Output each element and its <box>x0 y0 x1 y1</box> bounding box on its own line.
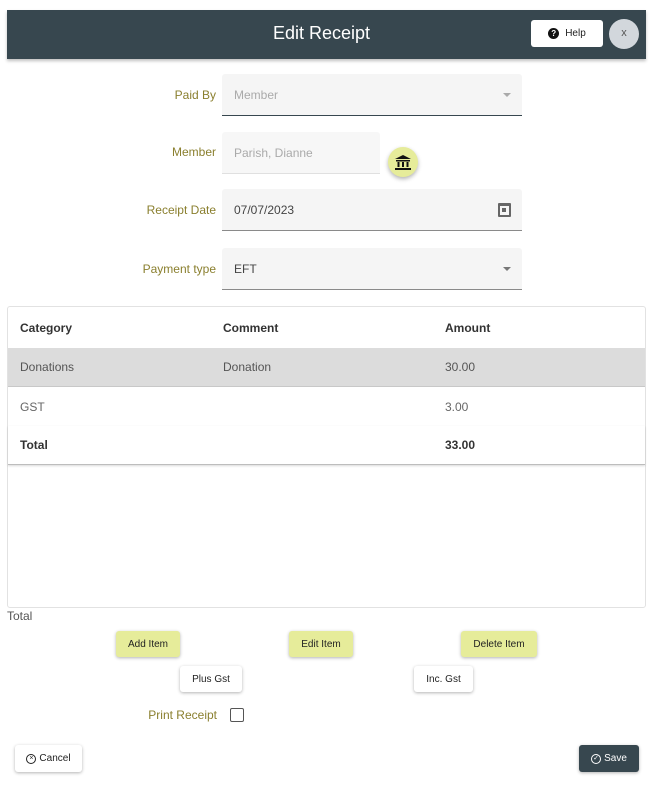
member-value: Parish, Dianne <box>234 146 313 160</box>
cell-comment: Donation <box>223 360 272 374</box>
add-item-button[interactable]: Add Item <box>116 631 180 657</box>
help-label: Help <box>565 28 586 39</box>
payment-type-label: Payment type <box>142 262 216 276</box>
table-row[interactable]: GST 3.00 <box>8 387 645 426</box>
member-lookup-button[interactable] <box>388 147 418 177</box>
inc-gst-button[interactable]: Inc. Gst <box>414 666 473 692</box>
paid-by-select[interactable]: Member <box>222 74 522 116</box>
total-row-label: Total <box>20 438 48 452</box>
cell-amount: 3.00 <box>445 399 469 414</box>
receipt-items-table: Category Comment Amount Donations Donati… <box>7 306 646 608</box>
delete-item-button[interactable]: Delete Item <box>461 631 537 657</box>
cell-category: Donations <box>20 360 75 374</box>
member-label: Member <box>171 145 216 159</box>
receipt-date-label: Receipt Date <box>146 203 216 217</box>
chevron-down-icon <box>503 267 511 271</box>
help-button[interactable]: ? Help <box>531 20 603 47</box>
payment-type-value: EFT <box>234 262 257 276</box>
total-caption: Total <box>7 609 33 623</box>
cell-amount: 30.00 <box>445 360 476 374</box>
check-circle-icon: ✓ <box>591 753 602 764</box>
print-receipt-label: Print Receipt <box>148 708 217 722</box>
edit-item-button[interactable]: Edit Item <box>289 631 353 657</box>
column-header-comment[interactable]: Comment <box>223 321 445 335</box>
column-header-amount[interactable]: Amount <box>445 321 645 335</box>
column-header-category[interactable]: Category <box>8 321 223 335</box>
close-button[interactable]: x <box>609 19 639 49</box>
chevron-down-icon <box>503 93 511 97</box>
bank-icon <box>395 154 411 170</box>
table-total-row: Total 33.00 <box>8 426 645 465</box>
cancel-circle-icon: × <box>26 753 37 764</box>
cancel-label: Cancel <box>39 753 71 764</box>
calendar-icon[interactable] <box>498 203 511 217</box>
receipt-date-value: 07/07/2023 <box>234 203 295 217</box>
save-label: Save <box>604 753 627 764</box>
table-header-row: Category Comment Amount <box>8 307 645 348</box>
member-input[interactable]: Parish, Dianne <box>222 132 380 174</box>
cancel-button[interactable]: × Cancel <box>15 745 82 772</box>
question-circle-icon: ? <box>548 28 560 39</box>
print-receipt-checkbox[interactable] <box>230 708 244 722</box>
paid-by-value: Member <box>234 88 279 102</box>
total-row-amount: 33.00 <box>445 438 476 452</box>
cell-category: GST <box>20 399 45 414</box>
save-button[interactable]: ✓ Save <box>579 745 639 772</box>
plus-gst-button[interactable]: Plus Gst <box>180 666 242 692</box>
payment-type-select[interactable]: EFT <box>222 248 522 290</box>
paid-by-label: Paid By <box>174 88 216 102</box>
table-row[interactable]: Donations Donation 30.00 <box>8 348 645 387</box>
receipt-date-input[interactable]: 07/07/2023 <box>222 189 522 231</box>
dialog-header: Edit Receipt ? Help x <box>7 10 646 59</box>
